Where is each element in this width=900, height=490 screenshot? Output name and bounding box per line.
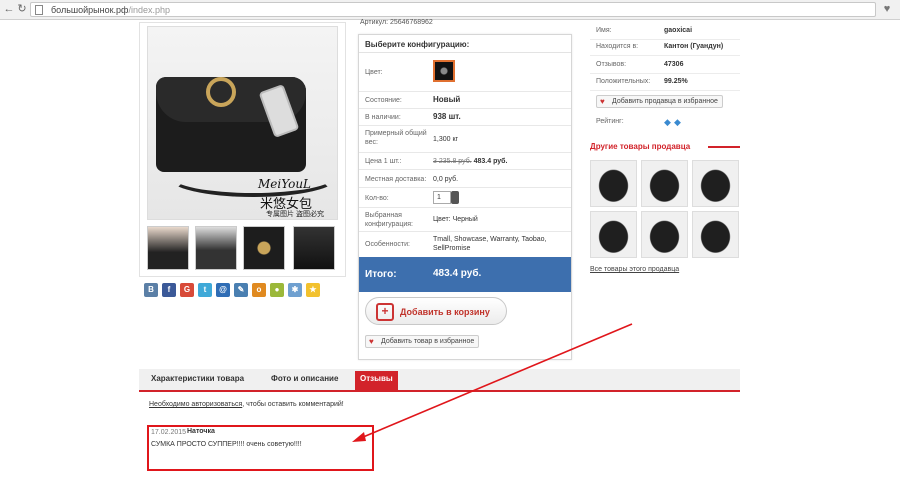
annotation-arrow-head [352, 432, 366, 442]
annotation-arrow [352, 323, 633, 442]
annotation-arrow-line [355, 323, 633, 441]
